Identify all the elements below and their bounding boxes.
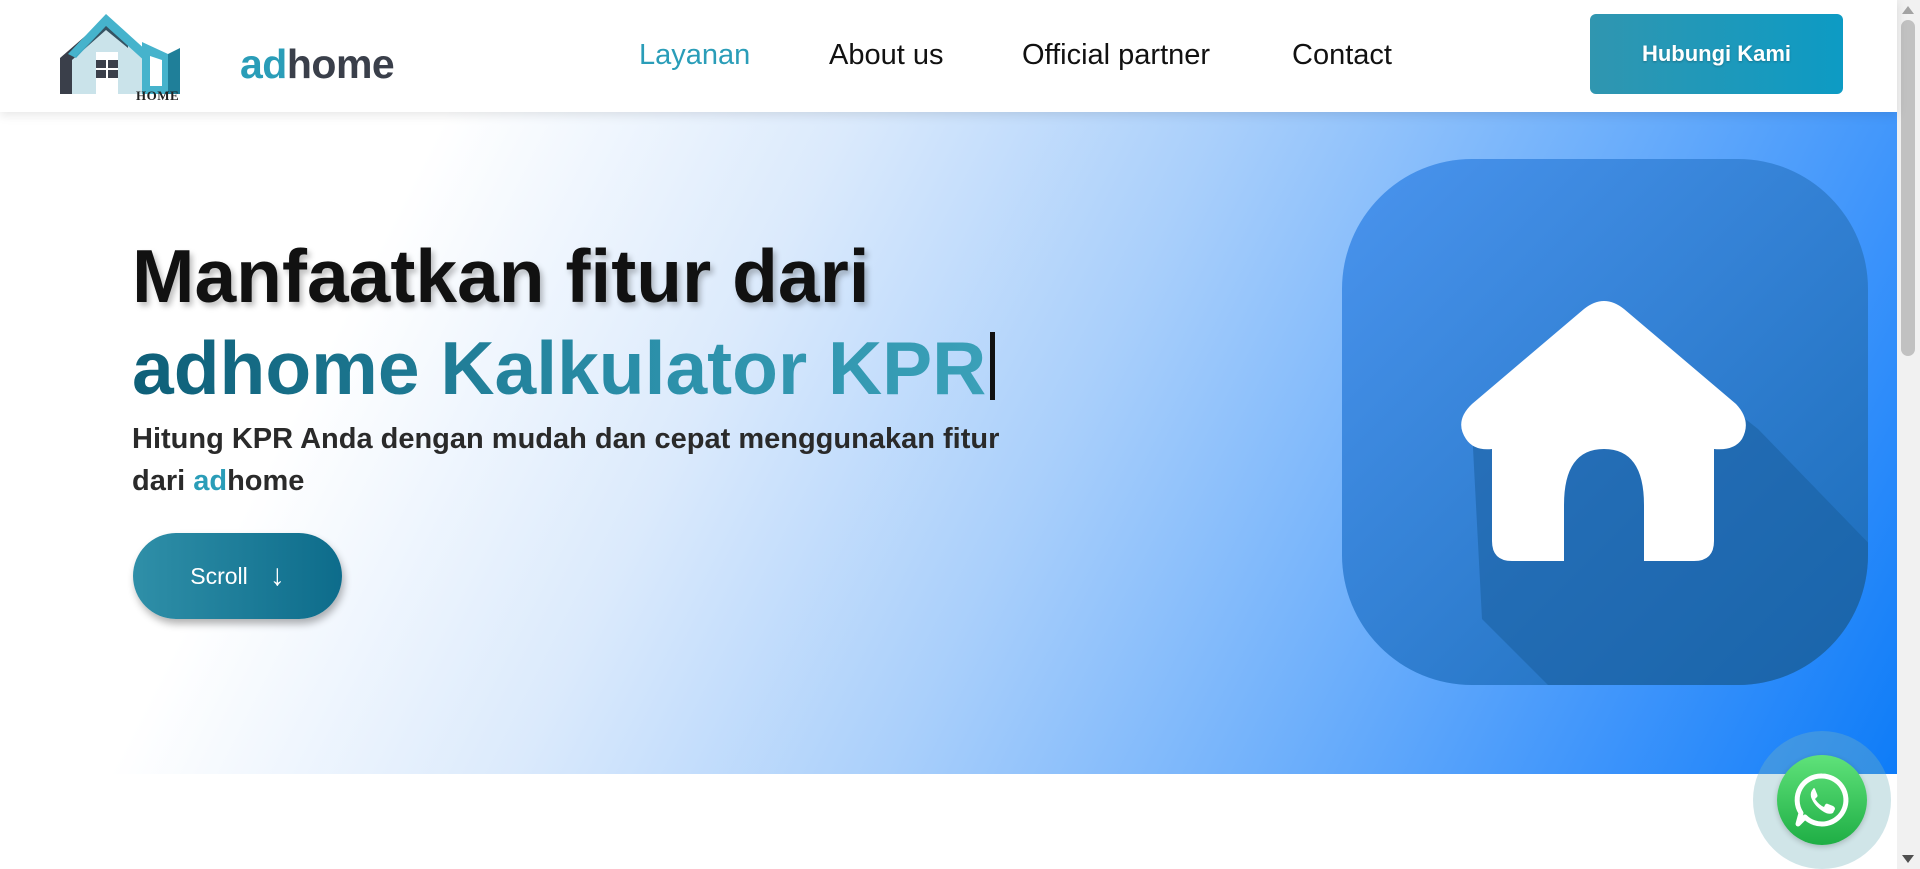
scroll-label: Scroll: [190, 562, 248, 589]
hero-subtitle: Hitung KPR Anda dengan mudah dan cepat m…: [132, 418, 1052, 502]
subtitle-ad: ad: [193, 465, 228, 497]
whatsapp-icon: [1794, 773, 1849, 827]
nav-item-layanan[interactable]: Layanan: [639, 38, 750, 72]
subtitle-home: home: [227, 465, 305, 497]
house-icon: [1342, 159, 1868, 685]
hero-fade: [0, 112, 120, 774]
headline-line1: Manfaatkan fitur dari: [132, 234, 870, 318]
site-header: HOME adhome Layanan About us Official pa…: [0, 0, 1897, 112]
scroll-up-icon[interactable]: [1902, 6, 1914, 14]
nav-item-official-partner[interactable]: Official partner: [1022, 38, 1210, 72]
hero-headline: Manfaatkan fitur dari adhome Kalkulator K…: [132, 230, 996, 414]
scrollbar-thumb[interactable]: [1901, 20, 1915, 356]
headline-line2: adhome Kalkulator KPR: [132, 326, 987, 410]
brand-logo[interactable]: HOME adhome: [58, 8, 395, 103]
page-scrollbar[interactable]: [1897, 0, 1920, 869]
logo-word-ad: ad: [240, 41, 287, 87]
scroll-down-icon[interactable]: [1902, 855, 1914, 863]
logo-word-home: home: [286, 41, 395, 87]
whatsapp-button[interactable]: [1777, 755, 1867, 845]
scroll-button[interactable]: Scroll ↓: [133, 533, 342, 619]
nav-item-about-us[interactable]: About us: [829, 38, 943, 72]
logo-wordmark: adhome: [240, 41, 395, 87]
typing-cursor: [990, 332, 996, 400]
logo-house-icon: [60, 14, 180, 94]
nav-item-contact[interactable]: Contact: [1292, 38, 1392, 72]
arrow-down-icon: ↓: [269, 559, 285, 592]
hero-section: Manfaatkan fitur dari adhome Kalkulator K…: [0, 112, 1897, 774]
logo-badge-text: HOME: [136, 88, 180, 103]
contact-us-button[interactable]: Hubungi Kami: [1590, 14, 1843, 94]
